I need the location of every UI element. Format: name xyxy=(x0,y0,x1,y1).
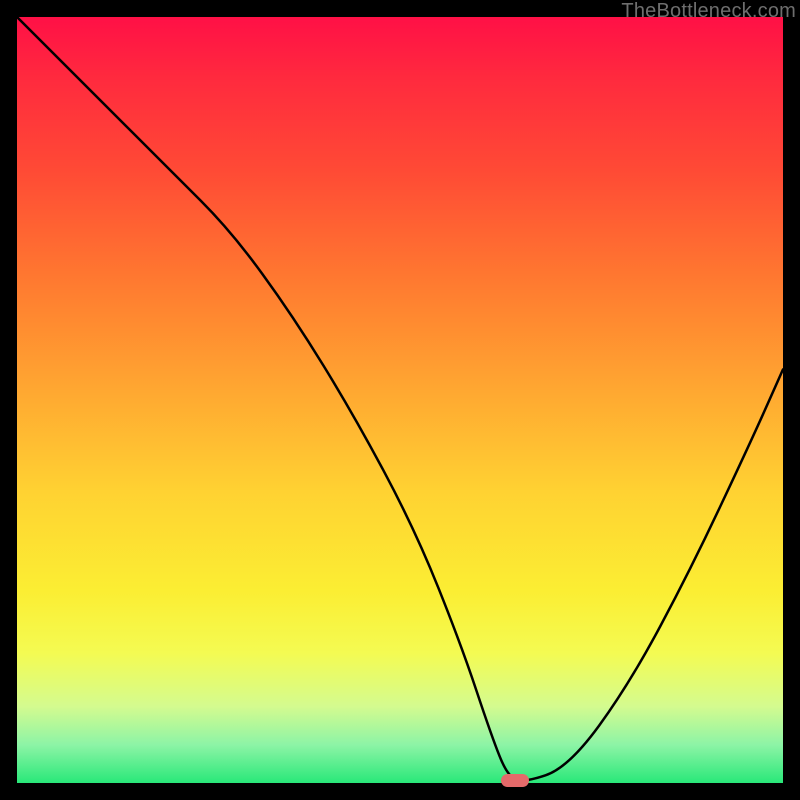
plot-area xyxy=(17,17,783,783)
optimal-marker xyxy=(501,774,529,787)
chart-frame: TheBottleneck.com xyxy=(0,0,800,800)
bottleneck-curve xyxy=(17,17,783,783)
